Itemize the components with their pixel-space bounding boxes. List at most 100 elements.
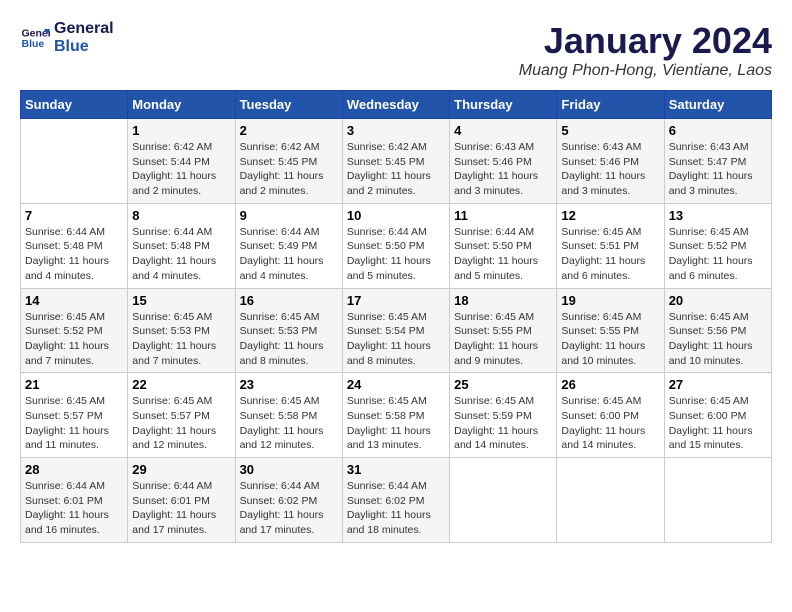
calendar-cell: 8Sunrise: 6:44 AM Sunset: 5:48 PM Daylig… xyxy=(128,203,235,288)
day-number: 15 xyxy=(132,293,230,308)
calendar-cell: 21Sunrise: 6:45 AM Sunset: 5:57 PM Dayli… xyxy=(21,373,128,458)
day-number: 5 xyxy=(561,123,659,138)
day-info: Sunrise: 6:44 AM Sunset: 5:48 PM Dayligh… xyxy=(25,225,123,284)
calendar-cell: 16 Sunrise: 6:45 AM Sunset: 5:53 PM Dayli… xyxy=(235,288,342,373)
day-number: 3 xyxy=(347,123,445,138)
calendar-cell: 18 Sunrise: 6:45 AM Sunset: 5:55 PM Dayli… xyxy=(450,288,557,373)
calendar-cell: 7 Sunrise: 6:44 AM Sunset: 5:48 PM Daylig… xyxy=(21,203,128,288)
day-number: 25 xyxy=(454,377,552,392)
day-info: Sunrise: 6:45 AM Sunset: 5:58 PM Dayligh… xyxy=(347,394,445,453)
day-number: 13 xyxy=(669,208,767,223)
day-info: Sunrise: 6:43 AM Sunset: 5:46 PM Dayligh… xyxy=(454,140,552,199)
calendar-cell: 31 Sunrise: 6:44 AM Sunset: 6:02 PM Dayli… xyxy=(342,458,449,543)
header-tuesday: Tuesday xyxy=(235,91,342,119)
calendar-cell xyxy=(664,458,771,543)
calendar-cell: 24 Sunrise: 6:45 AM Sunset: 5:58 PM Dayli… xyxy=(342,373,449,458)
logo: General Blue General Blue xyxy=(20,20,114,55)
day-info: Sunrise: 6:44 AM Sunset: 5:48 PM Dayligh… xyxy=(132,225,230,284)
day-info: Sunrise: 6:43 AM Sunset: 5:47 PM Dayligh… xyxy=(669,140,767,199)
day-number: 20 xyxy=(669,293,767,308)
logo-line2: Blue xyxy=(54,38,114,56)
day-info: Sunrise: 6:45 AM Sunset: 5:51 PM Dayligh… xyxy=(561,225,659,284)
calendar-cell xyxy=(21,119,128,204)
week-row-3: 21Sunrise: 6:45 AM Sunset: 5:57 PM Dayli… xyxy=(21,373,772,458)
day-info: Sunrise: 6:42 AM Sunset: 5:44 PM Dayligh… xyxy=(132,140,230,199)
calendar-cell: 6 Sunrise: 6:43 AM Sunset: 5:47 PM Daylig… xyxy=(664,119,771,204)
day-number: 10 xyxy=(347,208,445,223)
day-info: Sunrise: 6:45 AM Sunset: 5:53 PM Dayligh… xyxy=(132,310,230,369)
day-info: Sunrise: 6:45 AM Sunset: 5:55 PM Dayligh… xyxy=(561,310,659,369)
calendar-cell: 26Sunrise: 6:45 AM Sunset: 6:00 PM Dayli… xyxy=(557,373,664,458)
day-number: 31 xyxy=(347,462,445,477)
calendar-cell: 23Sunrise: 6:45 AM Sunset: 5:58 PM Dayli… xyxy=(235,373,342,458)
calendar-cell: 12 Sunrise: 6:45 AM Sunset: 5:51 PM Dayli… xyxy=(557,203,664,288)
week-row-1: 7 Sunrise: 6:44 AM Sunset: 5:48 PM Daylig… xyxy=(21,203,772,288)
day-info: Sunrise: 6:42 AM Sunset: 5:45 PM Dayligh… xyxy=(240,140,338,199)
calendar-title: January 2024 xyxy=(519,20,772,62)
calendar-cell: 4Sunrise: 6:43 AM Sunset: 5:46 PM Daylig… xyxy=(450,119,557,204)
calendar-cell: 17Sunrise: 6:45 AM Sunset: 5:54 PM Dayli… xyxy=(342,288,449,373)
calendar-cell xyxy=(557,458,664,543)
day-number: 30 xyxy=(240,462,338,477)
calendar-cell: 1 Sunrise: 6:42 AM Sunset: 5:44 PM Daylig… xyxy=(128,119,235,204)
calendar-cell: 10 Sunrise: 6:44 AM Sunset: 5:50 PM Dayli… xyxy=(342,203,449,288)
day-info: Sunrise: 6:45 AM Sunset: 5:59 PM Dayligh… xyxy=(454,394,552,453)
day-number: 14 xyxy=(25,293,123,308)
calendar-cell: 11 Sunrise: 6:44 AM Sunset: 5:50 PM Dayli… xyxy=(450,203,557,288)
calendar-header-row: SundayMondayTuesdayWednesdayThursdayFrid… xyxy=(21,91,772,119)
calendar-cell: 28 Sunrise: 6:44 AM Sunset: 6:01 PM Dayli… xyxy=(21,458,128,543)
calendar-cell: 29 Sunrise: 6:44 AM Sunset: 6:01 PM Dayli… xyxy=(128,458,235,543)
header-friday: Friday xyxy=(557,91,664,119)
day-info: Sunrise: 6:45 AM Sunset: 5:53 PM Dayligh… xyxy=(240,310,338,369)
day-info: Sunrise: 6:44 AM Sunset: 5:50 PM Dayligh… xyxy=(347,225,445,284)
calendar-cell: 14Sunrise: 6:45 AM Sunset: 5:52 PM Dayli… xyxy=(21,288,128,373)
day-number: 27 xyxy=(669,377,767,392)
calendar-cell: 30 Sunrise: 6:44 AM Sunset: 6:02 PM Dayli… xyxy=(235,458,342,543)
day-number: 24 xyxy=(347,377,445,392)
day-number: 28 xyxy=(25,462,123,477)
day-number: 19 xyxy=(561,293,659,308)
calendar-cell: 2 Sunrise: 6:42 AM Sunset: 5:45 PM Daylig… xyxy=(235,119,342,204)
calendar-cell: 9Sunrise: 6:44 AM Sunset: 5:49 PM Daylig… xyxy=(235,203,342,288)
day-info: Sunrise: 6:45 AM Sunset: 5:56 PM Dayligh… xyxy=(669,310,767,369)
calendar-cell: 27 Sunrise: 6:45 AM Sunset: 6:00 PM Dayli… xyxy=(664,373,771,458)
page-header: General Blue General Blue January 2024 M… xyxy=(20,20,772,80)
day-number: 18 xyxy=(454,293,552,308)
svg-text:Blue: Blue xyxy=(22,38,45,50)
header-saturday: Saturday xyxy=(664,91,771,119)
day-info: Sunrise: 6:44 AM Sunset: 5:50 PM Dayligh… xyxy=(454,225,552,284)
day-number: 1 xyxy=(132,123,230,138)
calendar-body: 1 Sunrise: 6:42 AM Sunset: 5:44 PM Daylig… xyxy=(21,119,772,543)
week-row-4: 28 Sunrise: 6:44 AM Sunset: 6:01 PM Dayli… xyxy=(21,458,772,543)
calendar-cell: 25 Sunrise: 6:45 AM Sunset: 5:59 PM Dayli… xyxy=(450,373,557,458)
day-info: Sunrise: 6:43 AM Sunset: 5:46 PM Dayligh… xyxy=(561,140,659,199)
day-info: Sunrise: 6:45 AM Sunset: 6:00 PM Dayligh… xyxy=(561,394,659,453)
calendar-cell: 19 Sunrise: 6:45 AM Sunset: 5:55 PM Dayli… xyxy=(557,288,664,373)
day-info: Sunrise: 6:45 AM Sunset: 5:55 PM Dayligh… xyxy=(454,310,552,369)
day-info: Sunrise: 6:44 AM Sunset: 6:01 PM Dayligh… xyxy=(25,479,123,538)
day-number: 11 xyxy=(454,208,552,223)
day-info: Sunrise: 6:44 AM Sunset: 5:49 PM Dayligh… xyxy=(240,225,338,284)
calendar-cell: 3Sunrise: 6:42 AM Sunset: 5:45 PM Daylig… xyxy=(342,119,449,204)
day-number: 16 xyxy=(240,293,338,308)
day-number: 22 xyxy=(132,377,230,392)
day-info: Sunrise: 6:44 AM Sunset: 6:01 PM Dayligh… xyxy=(132,479,230,538)
header-sunday: Sunday xyxy=(21,91,128,119)
day-number: 6 xyxy=(669,123,767,138)
day-number: 2 xyxy=(240,123,338,138)
day-number: 7 xyxy=(25,208,123,223)
day-info: Sunrise: 6:45 AM Sunset: 5:52 PM Dayligh… xyxy=(669,225,767,284)
week-row-2: 14Sunrise: 6:45 AM Sunset: 5:52 PM Dayli… xyxy=(21,288,772,373)
calendar-cell: 13 Sunrise: 6:45 AM Sunset: 5:52 PM Dayli… xyxy=(664,203,771,288)
day-info: Sunrise: 6:44 AM Sunset: 6:02 PM Dayligh… xyxy=(240,479,338,538)
calendar-cell: 15 Sunrise: 6:45 AM Sunset: 5:53 PM Dayli… xyxy=(128,288,235,373)
day-info: Sunrise: 6:45 AM Sunset: 6:00 PM Dayligh… xyxy=(669,394,767,453)
calendar-table: SundayMondayTuesdayWednesdayThursdayFrid… xyxy=(20,90,772,543)
calendar-cell: 22Sunrise: 6:45 AM Sunset: 5:57 PM Dayli… xyxy=(128,373,235,458)
day-number: 17 xyxy=(347,293,445,308)
title-block: January 2024 Muang Phon-Hong, Vientiane,… xyxy=(519,20,772,80)
day-number: 29 xyxy=(132,462,230,477)
logo-icon: General Blue xyxy=(20,23,50,53)
day-number: 12 xyxy=(561,208,659,223)
day-info: Sunrise: 6:44 AM Sunset: 6:02 PM Dayligh… xyxy=(347,479,445,538)
